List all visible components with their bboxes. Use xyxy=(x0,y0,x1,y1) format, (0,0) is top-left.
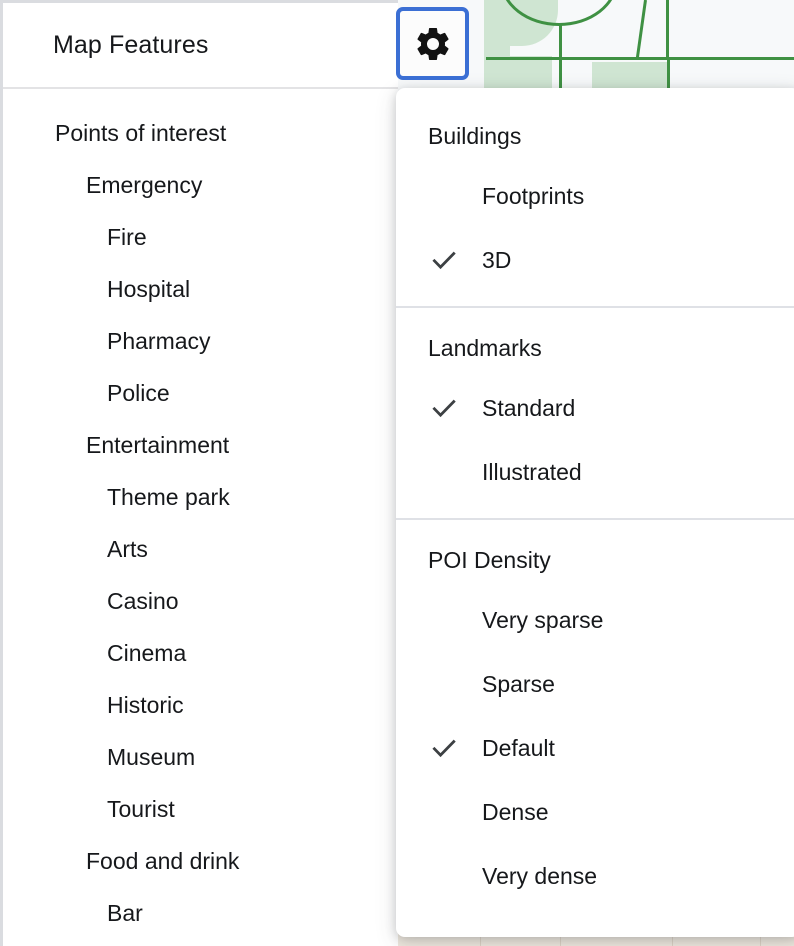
section-title-landmarks: Landmarks xyxy=(428,335,542,361)
menu-divider xyxy=(396,306,794,308)
section-title-buildings: Buildings xyxy=(428,123,522,149)
menu-option-label: Sparse xyxy=(482,670,555,697)
map-settings-gear-button[interactable] xyxy=(396,7,469,80)
menu-section-landmarks: Landmarks Standard Illustrated xyxy=(396,320,794,504)
menu-section-buildings: Buildings Footprints 3D xyxy=(396,108,794,292)
section-title-poi-density: POI Density xyxy=(428,547,551,573)
menu-section-poi-density: POI Density Very sparse Sparse Default D… xyxy=(396,532,794,908)
menu-option-default[interactable]: Default xyxy=(396,716,794,780)
menu-divider xyxy=(396,518,794,520)
menu-option-standard[interactable]: Standard xyxy=(396,376,794,440)
menu-option-sparse[interactable]: Sparse xyxy=(396,652,794,716)
tree-item-tourist[interactable]: Tourist xyxy=(3,783,398,835)
menu-option-label: Very sparse xyxy=(482,606,604,633)
menu-option-label: Default xyxy=(482,734,555,761)
menu-option-very-dense[interactable]: Very dense xyxy=(396,844,794,908)
map-road-segment xyxy=(559,25,562,60)
tree-item-museum[interactable]: Museum xyxy=(3,731,398,783)
tree-item-bar[interactable]: Bar xyxy=(3,887,398,939)
tree-item-casino[interactable]: Casino xyxy=(3,575,398,627)
map-road-segment xyxy=(667,57,670,90)
menu-option-label: Dense xyxy=(482,798,549,825)
tree-item-arts[interactable]: Arts xyxy=(3,523,398,575)
tree-item-police[interactable]: Police xyxy=(3,367,398,419)
map-road-segment xyxy=(666,0,669,58)
map-features-tree: Points of interest Emergency Fire Hospit… xyxy=(3,89,398,939)
check-slot xyxy=(428,732,482,764)
tree-item-fire[interactable]: Fire xyxy=(3,211,398,263)
tree-item-emergency[interactable]: Emergency xyxy=(3,159,398,211)
menu-option-very-sparse[interactable]: Very sparse xyxy=(396,588,794,652)
map-settings-menu: Buildings Footprints 3D Landmarks Standa… xyxy=(396,88,794,937)
map-road-segment xyxy=(486,57,794,60)
menu-option-3d[interactable]: 3D xyxy=(396,228,794,292)
menu-option-label: Footprints xyxy=(482,182,585,209)
tree-item-points-of-interest[interactable]: Points of interest xyxy=(3,107,398,159)
tree-item-cinema[interactable]: Cinema xyxy=(3,627,398,679)
page-title: Map Features xyxy=(53,30,209,59)
gear-icon xyxy=(413,24,453,64)
checkmark-icon xyxy=(428,732,460,764)
checkmark-icon xyxy=(428,392,460,424)
check-slot xyxy=(428,392,482,424)
map-road-segment xyxy=(559,57,562,90)
menu-option-label: Very dense xyxy=(482,862,598,889)
tree-item-food-and-drink[interactable]: Food and drink xyxy=(3,835,398,887)
tree-item-historic[interactable]: Historic xyxy=(3,679,398,731)
menu-option-illustrated[interactable]: Illustrated xyxy=(396,440,794,504)
tree-item-entertainment[interactable]: Entertainment xyxy=(3,419,398,471)
map-park-area xyxy=(592,62,668,90)
menu-option-label: Illustrated xyxy=(482,458,582,485)
panel-header: Map Features xyxy=(3,3,398,89)
menu-option-footprints[interactable]: Footprints xyxy=(396,164,794,228)
map-features-panel: Map Features Points of interest Emergenc… xyxy=(0,0,398,946)
tree-item-pharmacy[interactable]: Pharmacy xyxy=(3,315,398,367)
checkmark-icon xyxy=(428,244,460,276)
check-slot xyxy=(428,244,482,276)
menu-option-dense[interactable]: Dense xyxy=(396,780,794,844)
menu-option-label: Standard xyxy=(482,394,576,421)
menu-option-label: 3D xyxy=(482,246,512,273)
screen-root: Map Features Points of interest Emergenc… xyxy=(0,0,794,946)
tree-item-hospital[interactable]: Hospital xyxy=(3,263,398,315)
tree-item-theme-park[interactable]: Theme park xyxy=(3,471,398,523)
map-park-area xyxy=(492,56,552,90)
map-road-segment xyxy=(635,0,647,58)
